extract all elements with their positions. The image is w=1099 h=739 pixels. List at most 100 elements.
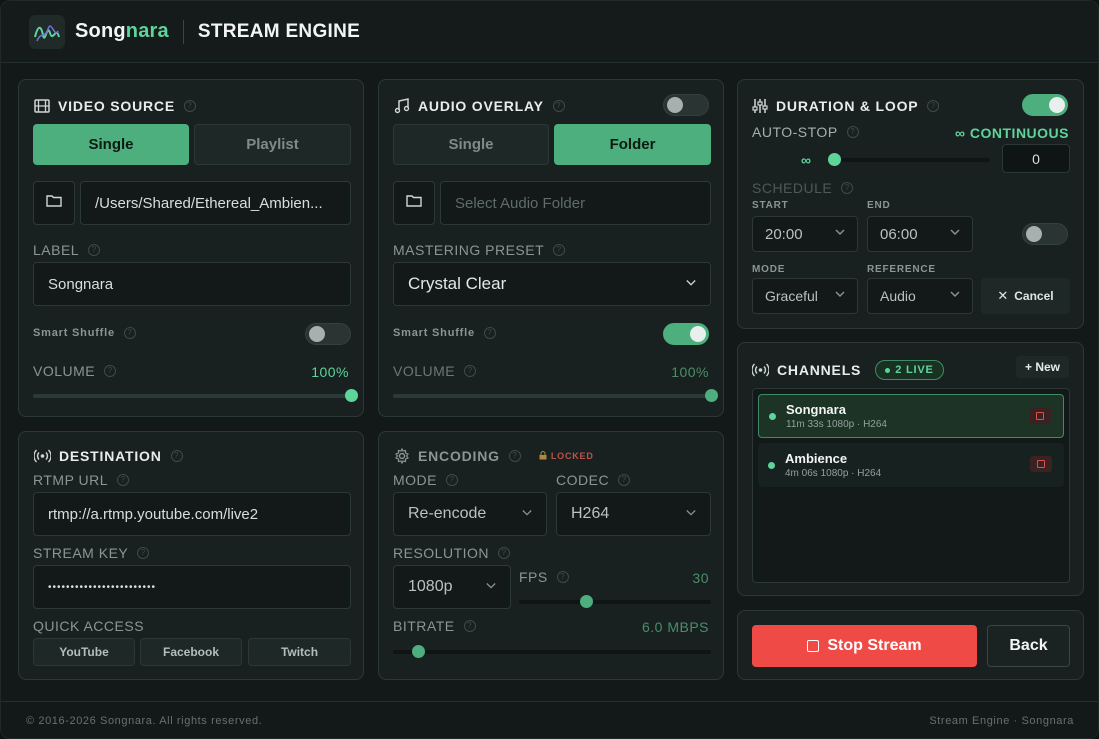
video-browse-button[interactable] bbox=[33, 181, 75, 225]
help-icon[interactable]: ? bbox=[464, 365, 477, 377]
stop-icon bbox=[1036, 412, 1044, 420]
audio-volume-slider[interactable] bbox=[393, 389, 718, 402]
help-icon[interactable]: ? bbox=[463, 620, 476, 632]
channel-item[interactable]: Ambience 4m 06s 1080p · H264 bbox=[758, 443, 1064, 487]
live-dot-icon bbox=[768, 461, 775, 469]
audio-volume-label: VOLUME? bbox=[393, 363, 477, 379]
sliders-icon bbox=[752, 98, 768, 114]
help-icon[interactable]: ? bbox=[618, 474, 631, 486]
help-icon[interactable]: ? bbox=[846, 126, 859, 138]
help-icon[interactable]: ? bbox=[483, 327, 496, 339]
infinity-icon: ∞ bbox=[801, 152, 811, 168]
audio-shuffle-toggle[interactable] bbox=[663, 323, 709, 345]
help-icon[interactable]: ? bbox=[927, 100, 940, 112]
end-label: END bbox=[867, 200, 891, 211]
mastering-select[interactable]: Crystal Clear bbox=[393, 262, 711, 306]
autostop-value-field[interactable]: 0 bbox=[1002, 144, 1070, 173]
start-time-select[interactable]: 20:00 bbox=[752, 216, 858, 252]
start-time-value: 20:00 bbox=[765, 225, 803, 243]
audio-overlay-toggle[interactable] bbox=[663, 94, 709, 116]
help-icon[interactable]: ? bbox=[841, 182, 854, 194]
fps-value: 30 bbox=[692, 570, 709, 586]
video-shuffle-toggle[interactable] bbox=[305, 323, 351, 345]
label-input[interactable]: Songnara bbox=[33, 262, 351, 306]
autostop-slider[interactable] bbox=[828, 153, 990, 166]
stop-mode-select[interactable]: Graceful bbox=[752, 278, 858, 314]
quick-facebook-button[interactable]: Facebook bbox=[140, 638, 242, 666]
chevron-down-icon bbox=[686, 279, 696, 289]
schedule-toggle[interactable] bbox=[1022, 223, 1068, 245]
audio-tab-folder[interactable]: Folder bbox=[554, 124, 711, 165]
help-icon[interactable]: ? bbox=[117, 474, 130, 486]
audio-folder-field[interactable]: Select Audio Folder bbox=[440, 181, 711, 225]
app-header: Songnara STREAM ENGINE bbox=[1, 1, 1098, 63]
channel-list: Songnara 11m 33s 1080p · H264 Ambience 4… bbox=[752, 388, 1070, 583]
stream-key-label: STREAM KEY? bbox=[33, 545, 150, 561]
quick-access-label: QUICK ACCESS bbox=[33, 618, 145, 634]
bitrate-label: BITRATE? bbox=[393, 618, 476, 634]
rtmp-url-input[interactable]: rtmp://a.rtmp.youtube.com/live2 bbox=[33, 492, 351, 536]
video-shuffle-label: Smart Shuffle? bbox=[33, 327, 136, 339]
video-tab-single[interactable]: Single bbox=[33, 124, 189, 165]
stop-stream-label: Stop Stream bbox=[827, 637, 922, 654]
chevron-down-icon bbox=[686, 509, 696, 519]
codec-select[interactable]: H264 bbox=[556, 492, 711, 536]
help-icon[interactable]: ? bbox=[170, 450, 183, 462]
encode-mode-select[interactable]: Re-encode bbox=[393, 492, 547, 536]
encoding-title: ENCODING ? LOCKED bbox=[394, 448, 594, 464]
help-icon[interactable]: ? bbox=[508, 450, 521, 462]
audio-overlay-panel: AUDIO OVERLAY ? Single Folder Select Aud… bbox=[378, 79, 724, 417]
video-path-field[interactable]: /Users/Shared/Ethereal_Ambien... bbox=[80, 181, 351, 225]
footer: © 2016-2026 Songnara. All rights reserve… bbox=[1, 701, 1098, 738]
cancel-button[interactable]: ✕ Cancel bbox=[981, 278, 1070, 314]
help-icon[interactable]: ? bbox=[137, 547, 150, 559]
encode-mode-value: Re-encode bbox=[408, 505, 487, 522]
reference-value: Audio bbox=[880, 288, 916, 304]
video-volume-slider[interactable] bbox=[33, 389, 358, 402]
help-icon[interactable]: ? bbox=[553, 244, 566, 256]
autostop-label: AUTO-STOP? bbox=[752, 124, 859, 140]
slider-thumb[interactable] bbox=[828, 153, 841, 166]
quick-youtube-button[interactable]: YouTube bbox=[33, 638, 135, 666]
audio-tab-single[interactable]: Single bbox=[393, 124, 549, 165]
back-button[interactable]: Back bbox=[987, 625, 1070, 667]
help-icon[interactable]: ? bbox=[446, 474, 458, 486]
label-field-label: LABEL? bbox=[33, 242, 101, 258]
help-icon[interactable]: ? bbox=[552, 100, 565, 112]
footer-right-text: Stream Engine · Songnara bbox=[929, 715, 1074, 727]
slider-thumb[interactable] bbox=[580, 595, 594, 608]
slider-thumb[interactable] bbox=[345, 389, 358, 402]
new-channel-button[interactable]: + New bbox=[1015, 356, 1069, 378]
audio-volume-value: 100% bbox=[671, 364, 709, 380]
locked-badge: LOCKED bbox=[539, 450, 594, 462]
duration-toggle[interactable] bbox=[1022, 94, 1068, 116]
channels-label: CHANNELS bbox=[777, 362, 862, 378]
help-icon[interactable]: ? bbox=[498, 547, 511, 559]
slider-thumb[interactable] bbox=[705, 389, 718, 402]
channels-panel: CHANNELS 2 LIVE + New Songnara 11m 33s 1… bbox=[737, 342, 1084, 596]
stop-channel-button[interactable] bbox=[1030, 456, 1052, 472]
help-icon[interactable]: ? bbox=[123, 327, 136, 339]
reference-select[interactable]: Audio bbox=[867, 278, 973, 314]
help-icon[interactable]: ? bbox=[556, 571, 569, 583]
quick-twitch-button[interactable]: Twitch bbox=[248, 638, 351, 666]
stop-stream-button[interactable]: Stop Stream bbox=[752, 625, 977, 667]
audio-browse-button[interactable] bbox=[393, 181, 435, 225]
help-icon[interactable]: ? bbox=[104, 365, 117, 377]
help-icon[interactable]: ? bbox=[183, 100, 196, 112]
resolution-select[interactable]: 1080p bbox=[393, 565, 511, 609]
video-volume-label: VOLUME? bbox=[33, 363, 117, 379]
end-time-select[interactable]: 06:00 bbox=[867, 216, 973, 252]
resolution-value: 1080p bbox=[408, 578, 453, 595]
stream-key-input[interactable]: •••••••••••••••••••••••• bbox=[33, 565, 351, 609]
channel-item[interactable]: Songnara 11m 33s 1080p · H264 bbox=[758, 394, 1064, 438]
help-icon[interactable]: ? bbox=[88, 244, 101, 256]
stop-icon bbox=[1037, 460, 1045, 468]
cancel-label: Cancel bbox=[1014, 289, 1054, 303]
stop-channel-button[interactable] bbox=[1029, 408, 1051, 424]
slider-thumb[interactable] bbox=[412, 645, 426, 658]
bitrate-value: 6.0 MBPS bbox=[641, 619, 709, 635]
bitrate-slider[interactable] bbox=[393, 645, 711, 658]
fps-slider[interactable] bbox=[519, 595, 711, 608]
video-tab-playlist[interactable]: Playlist bbox=[194, 124, 351, 165]
